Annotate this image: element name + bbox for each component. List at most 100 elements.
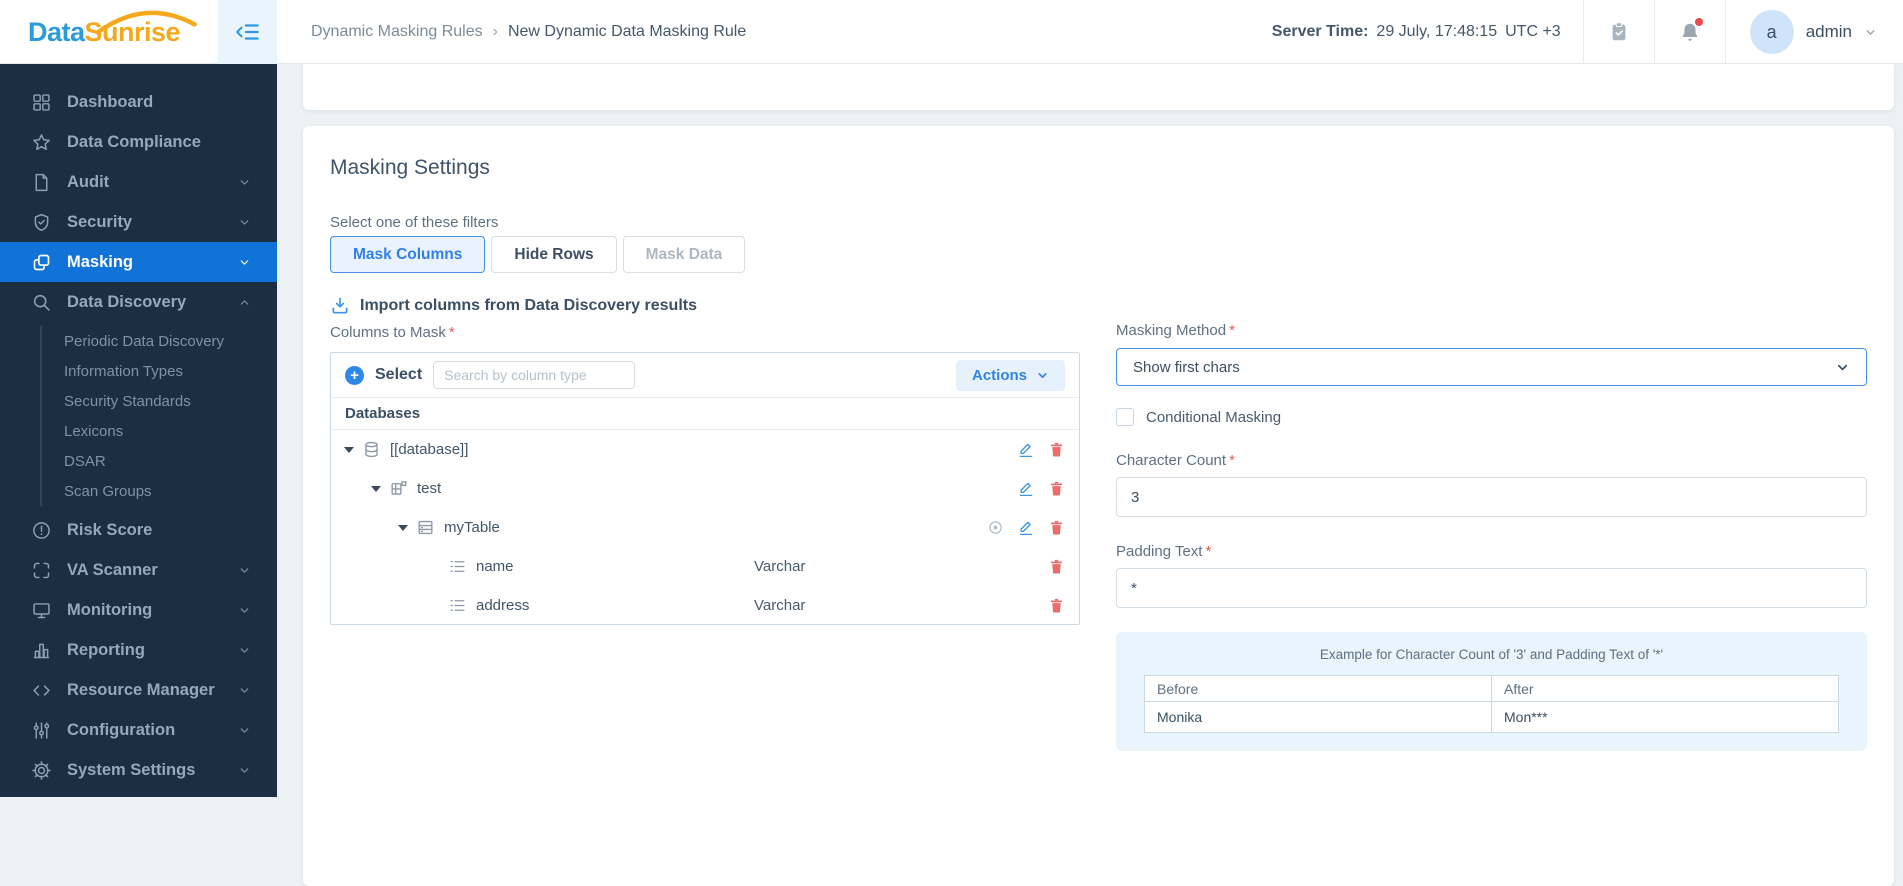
sidebar-item-label: Monitoring	[67, 600, 153, 619]
sidebar-item-data-compliance[interactable]: Data Compliance	[0, 122, 277, 162]
tree-node-name: test	[417, 480, 442, 497]
actions-button[interactable]: Actions	[955, 359, 1065, 391]
sidebar-item-label: Resource Manager	[67, 680, 215, 699]
checkbox[interactable]	[1116, 408, 1134, 426]
sidebar-item-label: Risk Score	[67, 520, 153, 539]
sidebar-item-dashboard[interactable]: Dashboard	[0, 82, 277, 122]
sidebar-item-periodic-data-discovery[interactable]: Periodic Data Discovery	[42, 326, 277, 356]
breadcrumb-section[interactable]: Dynamic Masking Rules	[311, 23, 483, 41]
breadcrumb: Dynamic Masking Rules › New Dynamic Data…	[311, 0, 746, 64]
gear-icon	[31, 760, 52, 781]
sidebar-item-resource-manager[interactable]: Resource Manager	[0, 670, 277, 710]
sidebar-item-risk-score[interactable]: Risk Score	[0, 510, 277, 550]
chevron-down-icon	[238, 256, 251, 269]
sidebar-item-label: System Settings	[67, 760, 196, 779]
sidebar-item-monitoring[interactable]: Monitoring	[0, 590, 277, 630]
mask-icon	[31, 252, 52, 273]
avatar: a	[1749, 10, 1794, 54]
edit-icon[interactable]	[1017, 519, 1035, 537]
bar-chart-icon	[31, 640, 52, 661]
caret-down-icon[interactable]	[371, 485, 381, 492]
sidebar-item-label: VA Scanner	[67, 560, 158, 579]
caret-down-icon[interactable]	[344, 446, 354, 453]
delete-icon[interactable]	[1048, 441, 1065, 458]
data-discovery-submenu: Periodic Data Discovery Information Type…	[40, 326, 277, 506]
required-mark: *	[1229, 322, 1235, 339]
delete-icon[interactable]	[1048, 519, 1065, 536]
sidebar-item-scan-groups[interactable]: Scan Groups	[42, 476, 277, 506]
sidebar-item-reporting[interactable]: Reporting	[0, 630, 277, 670]
filter-button-group: Mask Columns Hide Rows Mask Data	[330, 236, 746, 273]
sidebar-item-system-settings[interactable]: System Settings	[0, 750, 277, 790]
tasks-button[interactable]	[1584, 0, 1654, 64]
sidebar-item-label: Audit	[67, 172, 110, 191]
hide-rows-button[interactable]: Hide Rows	[491, 236, 617, 273]
mask-data-button[interactable]: Mask Data	[622, 236, 746, 273]
alert-circle-icon	[31, 520, 52, 541]
table-row: Monika Mon***	[1144, 701, 1839, 733]
search-icon	[31, 292, 52, 313]
table-row[interactable]: name Varchar	[331, 547, 1079, 586]
column-type: Varchar	[754, 558, 806, 575]
scanner-icon	[31, 560, 52, 581]
sidebar-item-label: Configuration	[67, 720, 176, 739]
character-count-text: Character Count	[1116, 452, 1227, 469]
character-count-input[interactable]	[1116, 477, 1867, 517]
sidebar-item-dsar[interactable]: DSAR	[42, 446, 277, 476]
preview-eye-icon[interactable]	[987, 519, 1004, 536]
server-time-value: 29 July, 17:48:15	[1376, 23, 1498, 40]
masking-method-value: Show first chars	[1133, 358, 1240, 376]
sidebar-item-lexicons[interactable]: Lexicons	[42, 416, 277, 446]
import-columns-link[interactable]: Import columns from Data Discovery resul…	[330, 296, 697, 316]
delete-icon[interactable]	[1048, 558, 1065, 575]
required-mark: *	[1229, 452, 1235, 469]
masking-method-select[interactable]: Show first chars	[1116, 348, 1867, 386]
tree-node-name: address	[476, 597, 530, 614]
page-title: Masking Settings	[330, 156, 490, 179]
search-input[interactable]	[433, 361, 636, 389]
star-icon	[31, 132, 52, 153]
logo-text-data: Data	[28, 17, 85, 47]
padding-text-input[interactable]	[1116, 568, 1867, 608]
datasunrise-logo[interactable]: DataSunrise	[28, 10, 197, 48]
add-icon[interactable]	[345, 365, 364, 385]
conditional-masking-checkbox-row[interactable]: Conditional Masking	[1116, 408, 1867, 426]
sidebar-item-security-standards[interactable]: Security Standards	[42, 386, 277, 416]
example-table: Before After Monika Mon***	[1144, 675, 1839, 733]
columns-to-mask-table: Select Actions Databases [[database]]	[330, 352, 1080, 625]
database-icon	[362, 440, 381, 459]
sidebar-item-configuration[interactable]: Configuration	[0, 710, 277, 750]
chevron-down-icon	[1866, 29, 1875, 35]
sidebar-item-masking[interactable]: Masking	[0, 242, 277, 282]
edit-icon[interactable]	[1017, 480, 1035, 498]
table-row[interactable]: [[database]]	[331, 430, 1079, 469]
table-row[interactable]: myTable	[331, 508, 1079, 547]
masking-method-text: Masking Method	[1116, 322, 1227, 339]
mask-columns-button[interactable]: Mask Columns	[330, 236, 486, 273]
grid-icon	[31, 92, 52, 113]
delete-icon[interactable]	[1048, 480, 1065, 497]
sidebar-item-security[interactable]: Security	[0, 202, 277, 242]
edit-icon[interactable]	[1017, 441, 1035, 459]
sidebar-item-information-types[interactable]: Information Types	[42, 356, 277, 386]
notifications-button[interactable]	[1655, 0, 1725, 64]
table-row[interactable]: address Varchar	[331, 586, 1079, 625]
user-menu[interactable]: a admin	[1726, 0, 1903, 64]
code-icon	[31, 680, 52, 701]
chevron-down-icon	[238, 644, 251, 657]
sidebar-collapse-button[interactable]	[218, 0, 277, 64]
columns-to-mask-text: Columns to Mask	[330, 324, 446, 341]
columns-to-mask-label: Columns to Mask *	[330, 324, 455, 341]
select-button[interactable]: Select	[375, 366, 422, 384]
sidebar-item-audit[interactable]: Audit	[0, 162, 277, 202]
required-mark: *	[1205, 543, 1212, 560]
row-actions	[1048, 597, 1065, 614]
masking-settings-card: Masking Settings Select one of these fil…	[303, 126, 1894, 886]
caret-down-icon[interactable]	[398, 524, 408, 531]
delete-icon[interactable]	[1048, 597, 1065, 614]
example-col-after: After	[1491, 675, 1839, 702]
download-icon	[332, 297, 348, 314]
table-row[interactable]: test	[331, 469, 1079, 508]
sidebar-item-va-scanner[interactable]: VA Scanner	[0, 550, 277, 590]
sidebar-item-data-discovery[interactable]: Data Discovery	[0, 282, 277, 322]
